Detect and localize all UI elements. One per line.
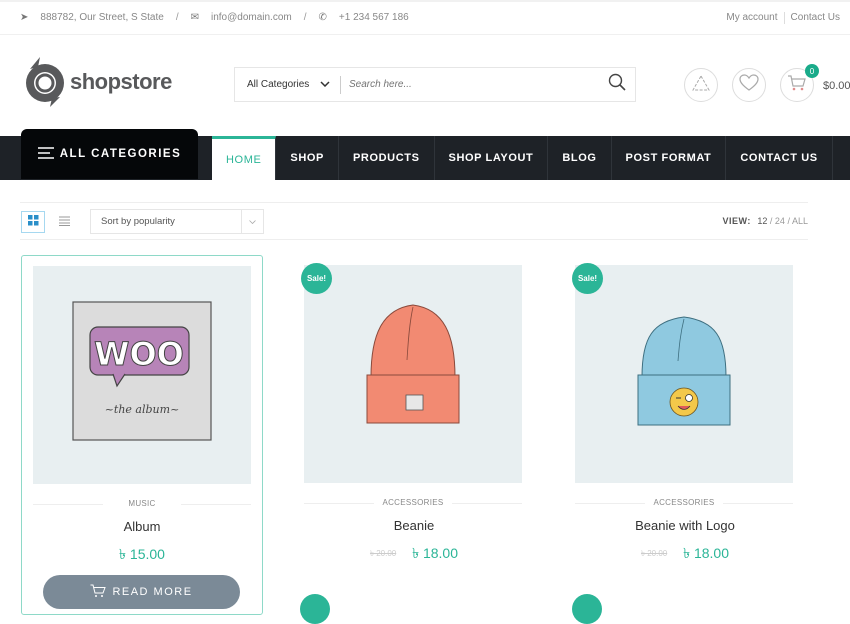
cart-button[interactable]: 0 bbox=[780, 64, 819, 102]
nav-item-shop[interactable]: SHOP bbox=[276, 136, 339, 180]
product-price: ৳ 15.00 bbox=[119, 546, 165, 562]
separator: / bbox=[303, 12, 307, 23]
phone-link[interactable]: +1 234 567 186 bbox=[339, 12, 409, 23]
original-price: ৳ 20.00 bbox=[640, 548, 668, 558]
cart-icon bbox=[90, 584, 107, 601]
search-input[interactable] bbox=[341, 79, 599, 90]
sort-select-value: Sort by popularity bbox=[101, 216, 175, 227]
read-more-label: READ MORE bbox=[112, 586, 193, 598]
product-name[interactable]: Album bbox=[22, 519, 262, 534]
nav-item-shop-layout[interactable]: SHOP LAYOUT bbox=[435, 136, 549, 180]
sale-price: ৳ 18.00 bbox=[683, 545, 730, 561]
my-account-link[interactable]: My account bbox=[720, 12, 783, 24]
category-select[interactable]: All Categories bbox=[235, 79, 340, 90]
separator: / bbox=[769, 216, 773, 226]
email-link[interactable]: info@domain.com bbox=[211, 12, 292, 23]
location-icon: ➤ bbox=[20, 12, 29, 23]
product-card[interactable]: Sale! ACCESSORIES Beanie ৳ 20.00 ৳ 18.00 bbox=[293, 255, 535, 615]
sale-badge bbox=[572, 594, 602, 624]
product-category[interactable]: ACCESSORIES bbox=[575, 498, 793, 507]
logo-swirl-icon bbox=[22, 55, 68, 107]
sale-badge: Sale! bbox=[301, 263, 332, 294]
beanie-with-logo-image bbox=[637, 316, 731, 426]
beanie-image bbox=[366, 304, 460, 424]
category-select-value: All Categories bbox=[247, 79, 310, 90]
envelope-icon: ✉ bbox=[190, 12, 199, 23]
product-name[interactable]: Beanie with Logo bbox=[564, 518, 806, 533]
phone-icon: ✆ bbox=[318, 12, 327, 23]
cart-count-badge: 0 bbox=[805, 64, 819, 78]
nav-item-blog[interactable]: BLOG bbox=[548, 136, 612, 180]
menu-icon bbox=[37, 146, 54, 162]
product-price: ৳ 20.00 ৳ 18.00 bbox=[293, 542, 535, 566]
address-text: 888782, Our Street, S State bbox=[40, 12, 164, 23]
album-cover-image: WOO ~the album~ bbox=[72, 301, 212, 441]
shop-toolbar: Sort by popularity VIEW: 12 / 24 / ALL bbox=[20, 202, 808, 240]
recycle-icon bbox=[692, 74, 710, 96]
view-label: VIEW: bbox=[722, 216, 751, 226]
logo[interactable]: shopstore bbox=[22, 55, 172, 107]
separator: / bbox=[787, 216, 790, 226]
product-category[interactable]: MUSIC bbox=[33, 499, 251, 508]
cart-total: $0.00 bbox=[823, 80, 850, 92]
grid-view-button[interactable] bbox=[21, 211, 45, 233]
product-card[interactable]: Sale! ACCESSORIES Beanie with Logo ৳ 20.… bbox=[564, 255, 806, 615]
search-button[interactable] bbox=[599, 73, 635, 96]
sale-price: ৳ 18.00 bbox=[412, 545, 459, 561]
top-bar: ➤ 888782, Our Street, S State / ✉ info@d… bbox=[0, 0, 850, 35]
wishlist-button[interactable] bbox=[732, 68, 766, 102]
view-option-24[interactable]: 24 bbox=[775, 216, 785, 226]
view-option-all[interactable]: ALL bbox=[792, 216, 808, 226]
nav-item-products[interactable]: PRODUCTS bbox=[339, 136, 435, 180]
product-image[interactable]: WOO ~the album~ bbox=[33, 266, 251, 484]
nav-item-contact-us[interactable]: CONTACT US bbox=[726, 136, 833, 180]
product-card[interactable]: WOO ~the album~ MUSIC Album ৳ 15.00 READ… bbox=[21, 255, 263, 615]
search-bar: All Categories bbox=[234, 67, 636, 102]
sort-select[interactable]: Sort by popularity bbox=[90, 209, 264, 234]
all-categories-button[interactable]: ALL CATEGORIES bbox=[21, 129, 198, 179]
heart-icon bbox=[739, 73, 759, 97]
view-count-selector: VIEW: 12 / 24 / ALL bbox=[723, 216, 809, 226]
separator: / bbox=[175, 12, 179, 23]
read-more-button[interactable]: READ MORE bbox=[43, 575, 240, 609]
nav-item-post-format[interactable]: POST FORMAT bbox=[612, 136, 727, 180]
chevron-down-icon bbox=[320, 79, 330, 90]
logo-text: shopstore bbox=[70, 69, 172, 94]
product-name[interactable]: Beanie bbox=[293, 518, 535, 533]
svg-text:~the album~: ~the album~ bbox=[105, 403, 180, 416]
product-category[interactable]: ACCESSORIES bbox=[304, 498, 522, 507]
nav-item-home[interactable]: HOME bbox=[212, 136, 277, 180]
search-icon bbox=[608, 73, 626, 96]
original-price: ৳ 20.00 bbox=[369, 548, 397, 558]
list-icon bbox=[58, 213, 70, 231]
all-categories-label: ALL CATEGORIES bbox=[59, 148, 182, 160]
svg-text:WOO: WOO bbox=[94, 335, 184, 373]
chevron-down-icon bbox=[241, 210, 263, 233]
sale-badge: Sale! bbox=[572, 263, 603, 294]
grid-icon bbox=[27, 213, 39, 231]
contact-us-link[interactable]: Contact Us bbox=[785, 12, 846, 24]
product-image[interactable] bbox=[304, 265, 522, 483]
product-price: ৳ 20.00 ৳ 18.00 bbox=[564, 542, 806, 566]
product-image[interactable] bbox=[575, 265, 793, 483]
cart-icon bbox=[787, 74, 807, 97]
list-view-button[interactable] bbox=[52, 211, 76, 233]
view-option-12[interactable]: 12 bbox=[757, 216, 767, 226]
compare-button[interactable] bbox=[684, 68, 718, 102]
sale-badge bbox=[300, 594, 330, 624]
